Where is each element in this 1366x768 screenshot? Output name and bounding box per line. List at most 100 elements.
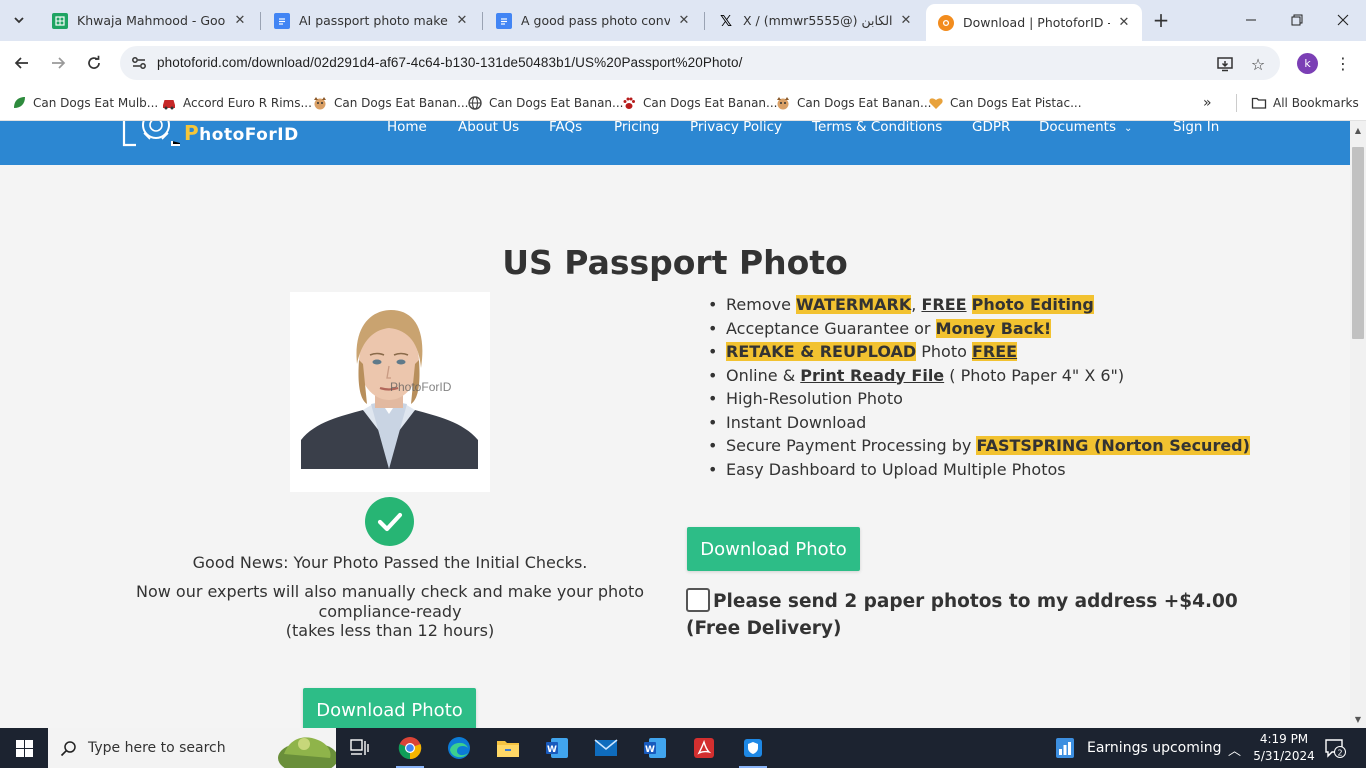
- close-icon[interactable]: ✕: [232, 13, 248, 29]
- chevron-double-right-icon[interactable]: »: [1203, 95, 1212, 111]
- security-shield-icon[interactable]: [733, 732, 773, 768]
- site-logo[interactable]: PhotoForID: [122, 121, 299, 151]
- bookmark-item[interactable]: Can Dogs Eat Banan...: [775, 92, 931, 114]
- bookmark-item[interactable]: Can Dogs Eat Banan...: [312, 92, 468, 114]
- tab-search-button[interactable]: [6, 8, 32, 32]
- bookmark-item[interactable]: Can Dogs Eat Banan...: [467, 92, 623, 114]
- paw-icon: [621, 95, 637, 111]
- bookmark-label: Can Dogs Eat Banan...: [643, 96, 778, 110]
- notification-icon[interactable]: 2: [1323, 737, 1347, 759]
- nav-terms-conditions[interactable]: Terms & Conditions: [812, 121, 942, 135]
- edge-icon[interactable]: [439, 732, 479, 764]
- minimize-button[interactable]: [1228, 8, 1274, 32]
- word-icon[interactable]: W: [537, 732, 577, 764]
- dog-face-icon: [775, 95, 791, 111]
- forward-button[interactable]: [46, 51, 70, 75]
- profile-avatar[interactable]: k: [1297, 53, 1318, 74]
- close-icon[interactable]: ✕: [676, 13, 692, 29]
- close-icon[interactable]: ✕: [1116, 15, 1132, 31]
- close-icon[interactable]: ✕: [898, 13, 914, 29]
- start-button[interactable]: [0, 728, 48, 768]
- google-docs-icon: [274, 12, 290, 29]
- bookmark-item[interactable]: Accord Euro R Rims...: [161, 92, 312, 114]
- nav-home[interactable]: Home: [387, 121, 427, 135]
- logo-text: PhotoForID: [184, 121, 299, 145]
- leaf-icon: [11, 95, 27, 111]
- tab-title: X / (mmwr5555@) الكابن: [743, 13, 892, 28]
- browser-toolbar: photoforid.com/download/02d291d4-af67-4c…: [0, 41, 1366, 85]
- star-icon[interactable]: ☆: [1248, 54, 1268, 74]
- reload-icon: [88, 55, 100, 69]
- expert-check-message: Now our experts will also manually check…: [130, 582, 650, 641]
- bookmark-item[interactable]: Can Dogs Eat Mulb...: [11, 92, 158, 114]
- feature-item: Online & Print Ready File ( Photo Paper …: [708, 364, 1268, 388]
- good-news-message: Good News: Your Photo Passed the Initial…: [192, 553, 588, 572]
- page-scrollbar[interactable]: ▲ ▼: [1350, 121, 1366, 728]
- paper-photos-option: Please send 2 paper photos to my address…: [686, 588, 1246, 642]
- back-button[interactable]: [10, 51, 34, 75]
- watermark-text: PhotoForID: [390, 380, 452, 394]
- nav-sign-in[interactable]: Sign In: [1173, 121, 1219, 135]
- address-bar[interactable]: photoforid.com/download/02d291d4-af67-4c…: [120, 46, 1280, 80]
- more-menu-icon[interactable]: ⋮: [1335, 51, 1351, 75]
- news-widget[interactable]: Earnings upcoming: [1055, 728, 1222, 768]
- bookmark-item[interactable]: Can Dogs Eat Banan...: [621, 92, 777, 114]
- all-bookmarks[interactable]: All Bookmarks: [1251, 92, 1359, 114]
- browser-tab-4[interactable]: 𝕏 X / (mmwr5555@) الكابن ✕: [706, 4, 924, 37]
- taskbar-search[interactable]: Type here to search: [48, 728, 336, 768]
- car-icon: [161, 95, 177, 111]
- mail-icon[interactable]: [586, 732, 626, 764]
- close-icon[interactable]: ✕: [454, 13, 470, 29]
- task-view-icon[interactable]: [340, 732, 380, 764]
- nav-documents[interactable]: Documents ⌄: [1039, 121, 1132, 135]
- scrollbar-thumb[interactable]: [1352, 147, 1364, 339]
- bookmark-label: Can Dogs Eat Banan...: [334, 96, 469, 110]
- x-logo-icon: 𝕏: [719, 11, 733, 30]
- download-photo-button-secondary[interactable]: Download Photo: [303, 688, 476, 728]
- new-tab-button[interactable]: +: [1150, 8, 1172, 32]
- search-icon: [48, 740, 88, 757]
- paper-photos-checkbox[interactable]: [686, 588, 710, 612]
- restore-button[interactable]: [1274, 8, 1320, 32]
- all-bookmarks-label: All Bookmarks: [1273, 96, 1359, 110]
- stock-chart-icon: [1056, 738, 1074, 758]
- nav-privacy-policy[interactable]: Privacy Policy: [690, 121, 782, 135]
- scroll-down-icon[interactable]: ▼: [1353, 714, 1363, 724]
- nav-faqs[interactable]: FAQs: [549, 121, 582, 135]
- browser-tab-active[interactable]: Download | PhotoforID - Pho ✕: [926, 4, 1142, 41]
- scroll-up-icon[interactable]: ▲: [1353, 125, 1363, 135]
- feature-item: High-Resolution Photo: [708, 387, 1268, 411]
- file-explorer-icon[interactable]: [488, 732, 528, 764]
- dog-face-icon: [312, 95, 328, 111]
- reload-button[interactable]: [82, 51, 106, 75]
- nav-pricing[interactable]: Pricing: [614, 121, 660, 135]
- install-app-icon[interactable]: [1215, 54, 1235, 74]
- bookmark-label: Accord Euro R Rims...: [183, 96, 312, 110]
- bookmark-item[interactable]: Can Dogs Eat Pistac...: [928, 92, 1082, 114]
- download-photo-button[interactable]: Download Photo: [687, 527, 860, 571]
- site-settings-icon[interactable]: [130, 54, 148, 72]
- browser-tab-3[interactable]: A good pass photo converte ✕: [484, 4, 702, 37]
- windows-logo-icon: [15, 739, 33, 757]
- google-docs-icon: [496, 12, 512, 29]
- nav-gdpr[interactable]: GDPR: [972, 121, 1010, 135]
- tab-separator: [482, 12, 483, 30]
- word-icon-2[interactable]: W: [635, 732, 675, 764]
- tab-title: Download | PhotoforID - Pho: [963, 15, 1110, 30]
- chevron-up-icon[interactable]: ︿: [1228, 740, 1241, 759]
- photoforid-favicon: [938, 14, 954, 31]
- nav-documents-label: Documents: [1039, 121, 1116, 135]
- feature-list: Remove WATERMARK, FREE Photo Editing Acc…: [708, 293, 1268, 481]
- arrow-right-icon: [52, 57, 66, 69]
- browser-tab-1[interactable]: Khwaja Mahmood - Google ✕: [40, 4, 258, 37]
- chrome-icon[interactable]: [390, 732, 430, 768]
- close-window-button[interactable]: [1320, 8, 1366, 32]
- browser-tab-2[interactable]: AI passport photo maker fre ✕: [262, 4, 480, 37]
- expert-line-1: Now our experts will also manually check…: [135, 582, 645, 621]
- system-clock[interactable]: 4:19 PM 5/31/2024: [1252, 731, 1316, 765]
- nav-about-us[interactable]: About Us: [458, 121, 519, 135]
- close-icon: [1337, 14, 1349, 26]
- acrobat-icon[interactable]: [684, 732, 724, 764]
- google-sheets-icon: [52, 12, 68, 29]
- heart-dog-icon: [928, 95, 944, 111]
